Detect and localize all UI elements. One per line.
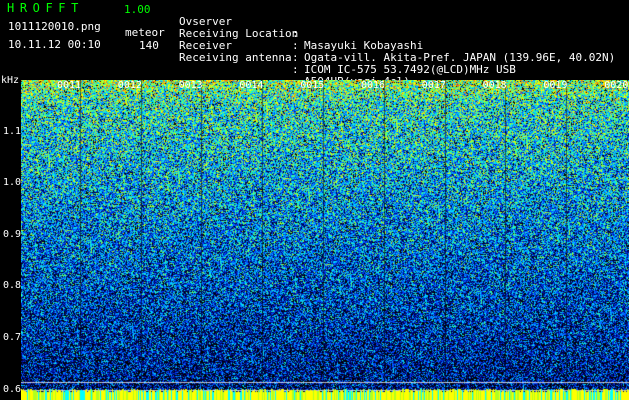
app-version: 1.00 — [124, 3, 151, 16]
info-row-receiver: Receiver : ICOM IC-575 53.7492(@LCD)MHz … — [179, 28, 629, 76]
file-name: 1011120010.png — [8, 20, 101, 33]
info-colon: : — [292, 63, 299, 76]
meteor-count: 140 — [139, 39, 159, 52]
observation-datetime: 10.11.12 00:10 — [8, 38, 101, 51]
spectrogram-canvas — [21, 80, 629, 400]
y-axis: 1.1 1.0 0.9 0.8 0.7 0.6 — [0, 80, 22, 400]
info-row-location: Receiving Location : Ogata-vill. Akita-P… — [179, 16, 629, 64]
y-tick-label: 1.1 — [3, 125, 22, 137]
y-tick-label: 0.9 — [3, 228, 22, 240]
app-brand: HROFFT — [7, 1, 84, 15]
y-tick-label: 0.8 — [3, 280, 22, 292]
y-tick-label: 0.6 — [3, 383, 22, 395]
info-row-observer: Ovserver : Masayuki Kobayashi — [179, 4, 629, 52]
info-label: Receiving antenna — [179, 51, 292, 64]
observation-type: meteor — [125, 26, 165, 39]
y-tick-label: 1.0 — [3, 177, 22, 189]
spectrogram-plot — [21, 80, 629, 400]
info-row-antenna: Receiving antenna : A504HB(yagi 4el) — [179, 40, 629, 88]
y-tick-label: 0.7 — [3, 332, 22, 344]
